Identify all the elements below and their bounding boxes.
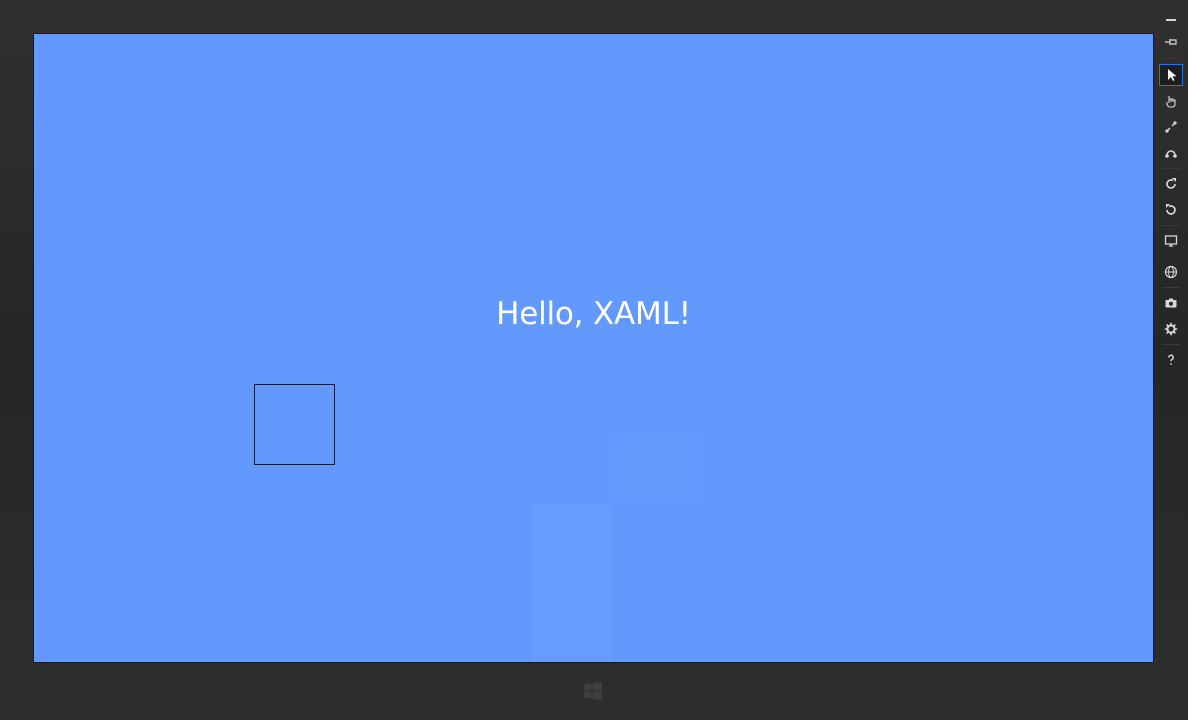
pinch-zoom-button[interactable] [1159,116,1183,138]
screenshot-icon [1164,296,1178,310]
change-resolution-button[interactable] [1159,230,1183,252]
toolbar-separator [1162,225,1180,226]
pin-icon [1164,35,1178,49]
mouse-mode-button[interactable] [1159,64,1183,86]
rotation-touch-icon [1164,146,1178,160]
rotate-clockwise-button[interactable] [1159,173,1183,195]
simulator-device: Hello, XAML! [0,0,1188,720]
mouse-mode-icon [1164,68,1178,82]
minimize-button[interactable] [1159,6,1183,28]
windows-button[interactable] [578,680,608,706]
outlined-square [254,384,335,465]
touch-mode-icon [1164,94,1178,108]
help-icon [1164,353,1178,367]
toolbar-separator [1162,168,1180,169]
set-location-icon [1164,265,1178,279]
pinch-zoom-icon [1164,120,1178,134]
settings-button[interactable] [1159,318,1183,340]
greeting-text: Hello, XAML! [496,296,691,332]
toolbar-separator [1162,287,1180,288]
help-button[interactable] [1159,349,1183,371]
rotate-counterclockwise-button[interactable] [1159,199,1183,221]
pin-button[interactable] [1159,31,1183,53]
app-screen[interactable]: Hello, XAML! [33,33,1154,663]
screenshot-button[interactable] [1159,292,1183,314]
minimize-icon [1164,10,1178,24]
rotate-clockwise-icon [1164,177,1178,191]
windows-logo-icon [583,682,603,704]
simulator-toolbar [1158,4,1184,374]
ghost-shape [532,504,612,662]
toolbar-separator [1162,58,1180,59]
rotate-counterclockwise-icon [1164,203,1178,217]
settings-icon [1164,322,1178,336]
ghost-shape [609,434,699,504]
touch-mode-button[interactable] [1159,90,1183,112]
rotation-touch-button[interactable] [1159,142,1183,164]
toolbar-separator [1162,344,1180,345]
change-resolution-icon [1164,234,1178,248]
set-location-button[interactable] [1159,261,1183,283]
